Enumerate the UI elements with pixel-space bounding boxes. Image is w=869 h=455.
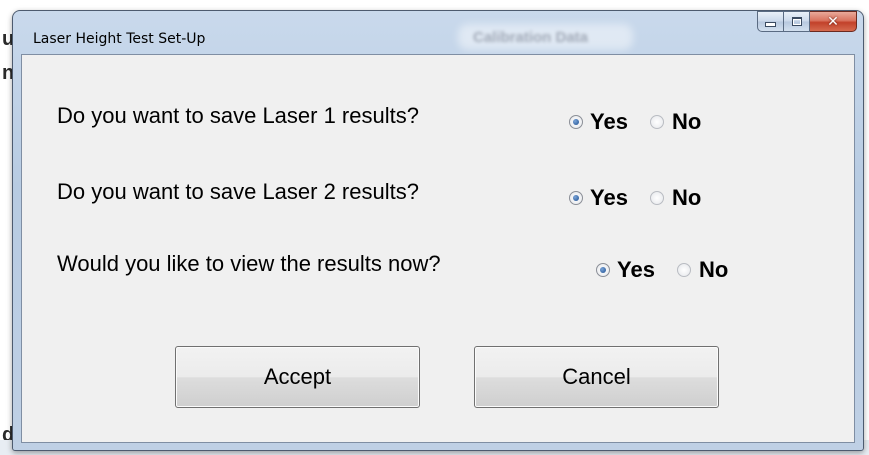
- radio-button-unchecked[interactable]: [650, 115, 664, 129]
- radio-no-laser1[interactable]: No: [650, 109, 701, 135]
- radio-yes-label: Yes: [590, 185, 628, 210]
- close-icon: ✕: [827, 13, 839, 30]
- dialog-body: Do you want to save Laser 1 results? Yes…: [21, 54, 855, 443]
- maximize-button[interactable]: [784, 11, 810, 32]
- question-label-view-results: Would you like to view the results now?: [57, 251, 441, 276]
- background-window-title: Calibration Data: [473, 29, 589, 46]
- radio-yes-label: Yes: [617, 257, 655, 282]
- window-title: Laser Height Test Set-Up: [33, 31, 206, 47]
- dialog-window: Laser Height Test Set-Up Calibration Dat…: [12, 10, 864, 451]
- question-label-laser2: Do you want to save Laser 2 results?: [57, 179, 419, 204]
- radio-button-checked[interactable]: [569, 191, 583, 205]
- minimize-button[interactable]: [757, 11, 784, 32]
- radio-button-unchecked[interactable]: [650, 191, 664, 205]
- radio-button-checked[interactable]: [596, 263, 610, 277]
- radio-no-label: No: [672, 109, 702, 134]
- radio-no-label: No: [672, 185, 702, 210]
- maximize-icon: [791, 17, 802, 26]
- radio-no-laser2[interactable]: No: [650, 185, 701, 211]
- close-button[interactable]: ✕: [810, 11, 857, 32]
- minimize-icon: [765, 22, 776, 27]
- radio-yes-view-results[interactable]: Yes: [596, 257, 655, 283]
- accept-button[interactable]: Accept: [175, 346, 420, 408]
- title-bar[interactable]: Laser Height Test Set-Up Calibration Dat…: [13, 11, 863, 53]
- radio-no-view-results[interactable]: No: [677, 257, 728, 283]
- cancel-button[interactable]: Cancel: [474, 346, 719, 408]
- radio-button-unchecked[interactable]: [677, 263, 691, 277]
- radio-yes-label: Yes: [590, 109, 628, 134]
- radio-no-label: No: [699, 257, 729, 282]
- window-controls: ✕: [757, 11, 857, 33]
- radio-yes-laser1[interactable]: Yes: [569, 109, 628, 135]
- radio-yes-laser2[interactable]: Yes: [569, 185, 628, 211]
- question-label-laser1: Do you want to save Laser 1 results?: [57, 103, 419, 128]
- radio-button-checked[interactable]: [569, 115, 583, 129]
